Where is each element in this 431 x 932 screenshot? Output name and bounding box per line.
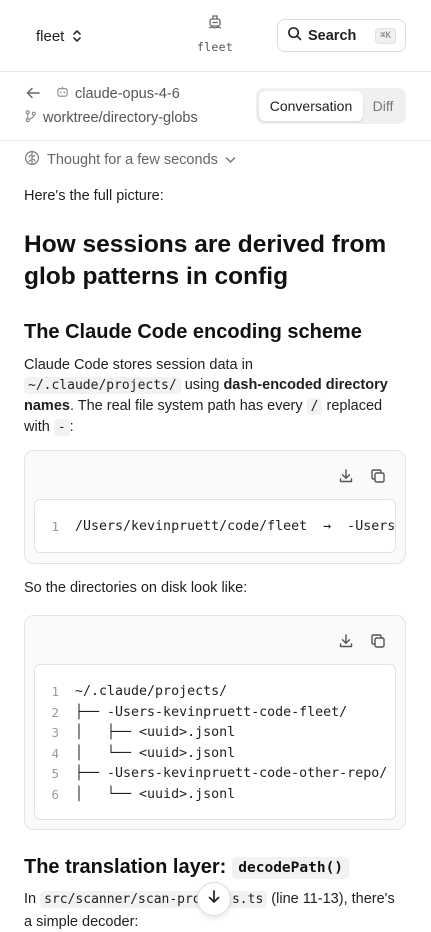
chevron-down-icon: [225, 152, 236, 168]
code-actions: [337, 632, 387, 650]
scroll-to-bottom-button[interactable]: [197, 882, 231, 916]
code-text: ~/.claude/projects/: [75, 683, 228, 699]
section-paragraph: Claude Code stores session data in ~/.cla…: [24, 355, 406, 438]
arrow-down-icon: [207, 889, 221, 910]
copy-icon[interactable]: [369, 467, 387, 485]
line-number: 3: [51, 724, 59, 740]
inline-code: ~/.claude/projects/: [24, 377, 181, 394]
para-text: In: [24, 891, 41, 907]
line-number: 4: [51, 745, 59, 761]
inline-code: decodePath(): [232, 856, 350, 879]
ship-icon: [184, 14, 246, 35]
arrow-left-icon: [26, 86, 40, 104]
section-heading-text: The translation layer:: [24, 856, 227, 878]
section-heading: The Claude Code encoding scheme: [24, 321, 362, 343]
intro-text: Here's the full picture:: [24, 188, 164, 204]
code-box: 1 ~/.claude/projects/ 2 ├── -Users-kevinpr…: [34, 664, 396, 820]
code-line: 5 ├── -Users-kevinpruett-code-other-repo/: [35, 763, 387, 783]
para-text: using: [180, 377, 224, 393]
page-title: How sessions are derived from glob patte…: [24, 231, 387, 290]
code-line: 2 ├── -Users-kevinpruett-code-fleet/: [35, 702, 347, 722]
para-text: :: [69, 419, 74, 435]
code-block: 1/Users/kevinpruett/code/fleet → -Users-…: [24, 450, 406, 564]
model-name: claude-opus-4-6: [75, 85, 180, 102]
chevron-up-down-icon: [72, 29, 82, 43]
code-block: 1 ~/.claude/projects/ 2 ├── -Users-kevinpr…: [24, 615, 406, 830]
code-text: /Users/kevinpruett/code/fleet → -Users-k…: [75, 518, 396, 534]
search-button[interactable]: Search ⌘K: [277, 19, 406, 52]
code-text: ├── -Users-kevinpruett-code-fleet/: [75, 704, 348, 720]
code-text: │ └── <uuid>.jsonl: [75, 745, 236, 761]
back-button[interactable]: [24, 86, 42, 104]
repo-selector-label: fleet: [36, 27, 65, 45]
line-number: 1: [51, 518, 59, 534]
code-box: 1/Users/kevinpruett/code/fleet → -Users-…: [34, 499, 396, 553]
inline-code: -: [53, 419, 70, 436]
copy-icon[interactable]: [369, 632, 387, 650]
search-shortcut-badge: ⌘K: [375, 27, 396, 44]
section-paragraph: So the directories on disk look like:: [24, 580, 248, 596]
view-tabs: Conversation Diff: [256, 88, 406, 124]
branch-indicator: worktree/directory-globs: [24, 109, 198, 127]
code-line: 1/Users/kevinpruett/code/fleet → -Users-…: [35, 516, 396, 536]
search-icon: [287, 26, 302, 46]
top-bar: fleet fleet Search ⌘K: [0, 0, 431, 72]
branch-name: worktree/directory-globs: [43, 110, 198, 126]
para-text: Claude Code stores session data in: [24, 357, 253, 373]
para-text: . The real file system path has every: [69, 398, 307, 414]
inline-code: src/scanner/scan-projects.ts: [40, 891, 268, 908]
download-icon[interactable]: [337, 467, 355, 485]
code-line: 1 ~/.claude/projects/: [35, 681, 227, 701]
code-line: 4 │ └── <uuid>.jsonl: [35, 743, 235, 763]
code-line: 3 │ ├── <uuid>.jsonl: [35, 722, 235, 742]
git-branch-icon: [24, 109, 37, 127]
model-indicator: claude-opus-4-6: [56, 85, 180, 102]
repo-selector[interactable]: fleet: [24, 22, 94, 50]
code-actions: [337, 467, 387, 485]
bot-icon: [56, 85, 69, 102]
session-header: claude-opus-4-6 worktree/directory-globs…: [0, 73, 431, 141]
brand-name: fleet: [196, 40, 234, 54]
brain-icon: [24, 150, 40, 170]
line-number: 5: [51, 765, 59, 781]
inline-code: /: [306, 398, 323, 415]
tab-conversation[interactable]: Conversation: [259, 91, 363, 121]
app-brand[interactable]: fleet: [184, 14, 246, 54]
tab-diff[interactable]: Diff: [363, 91, 403, 121]
code-text: │ ├── <uuid>.jsonl: [75, 724, 236, 740]
code-text: ├── -Users-kevinpruett-code-other-repo/: [75, 765, 388, 781]
code-line: 6 │ └── <uuid>.jsonl: [35, 784, 235, 804]
line-number: 2: [51, 704, 59, 720]
section-heading: The translation layer: decodePath(): [24, 856, 350, 879]
line-number: 1: [51, 683, 59, 699]
thought-label: Thought for a few seconds: [47, 152, 218, 168]
line-number: 6: [51, 786, 59, 802]
thought-toggle[interactable]: Thought for a few seconds: [24, 150, 236, 170]
code-text: │ └── <uuid>.jsonl: [75, 786, 236, 802]
search-label: Search: [308, 27, 357, 44]
download-icon[interactable]: [337, 632, 355, 650]
